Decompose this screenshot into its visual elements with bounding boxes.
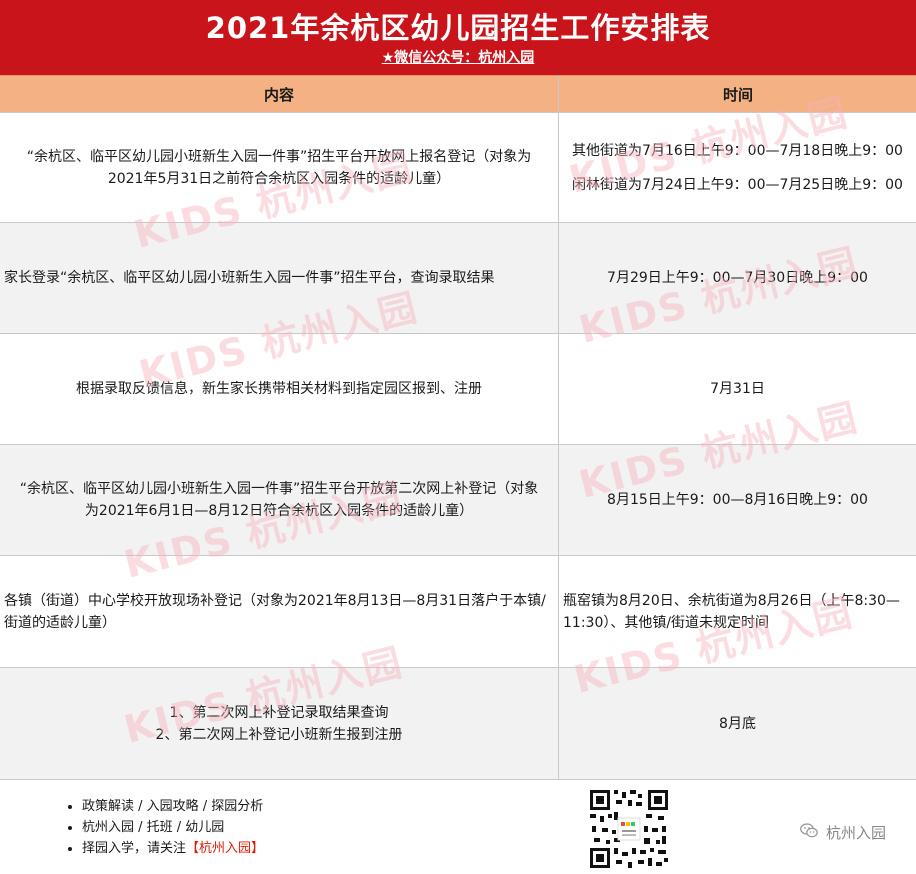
table-row: 1、第二次网上补登记录取结果查询 2、第二次网上补登记小班新生报到注册 8月底 xyxy=(0,668,916,780)
table-row: “余杭区、临平区幼儿园小班新生入园一件事”招生平台开放网上报名登记（对象为202… xyxy=(0,113,916,223)
row-time-text: 7月29日上午9：00—7月30日晚上9：00 xyxy=(607,270,868,286)
table-row: “余杭区、临平区幼儿园小班新生入园一件事”招生平台开放第二次网上补登记（对象为2… xyxy=(0,445,916,556)
row-time-cell: 8月15日上午9：00—8月16日晚上9：00 xyxy=(558,445,916,555)
footer-bullet-list: 政策解读 / 入园攻略 / 探园分析 杭州入园 / 托班 / 幼儿园 择园入学，… xyxy=(62,796,264,859)
column-header-content: 内容 xyxy=(263,86,294,104)
row-content-cell: 根据录取反馈信息，新生家长携带相关材料到指定园区报到、注册 xyxy=(0,334,558,444)
row-content-text: 家长登录“余杭区、临平区幼儿园小班新生入园一件事”招生平台，查询录取结果 xyxy=(4,270,495,286)
table-row: 各镇（街道）中心学校开放现场补登记（对象为2021年8月13日—8月31日落户于… xyxy=(0,556,916,668)
row-time-text: 8月底 xyxy=(719,715,756,732)
row-content-cell: 家长登录“余杭区、临平区幼儿园小班新生入园一件事”招生平台，查询录取结果 xyxy=(0,223,558,333)
row-time-text: 瓶窑镇为8月20日、余杭街道为8月26日（上午8:30—11:30）、其他镇/街… xyxy=(563,592,900,631)
page-title: 2021年余杭区幼儿园招生工作安排表 xyxy=(205,11,711,45)
footer-bullet: 政策解读 / 入园攻略 / 探园分析 xyxy=(82,796,264,817)
footer-brand: 杭州入园 xyxy=(799,822,886,843)
footer-bullet-text: 择园入学，请关注 xyxy=(82,841,187,856)
row-time-text: 其他街道为7月16日上午9：00—7月18日晚上9：00 xyxy=(572,142,903,159)
wechat-icon xyxy=(799,823,822,842)
row-time-cell: 其他街道为7月16日上午9：00—7月18日晚上9：00 闲林街道为7月24日上… xyxy=(558,113,916,222)
subtitle-text: ★微信公众号：杭州入园 xyxy=(381,50,535,66)
row-content-cell: 1、第二次网上补登记录取结果查询 2、第二次网上补登记小班新生报到注册 xyxy=(0,668,558,779)
row-content-line: 2、第二次网上补登记小班新生报到注册 xyxy=(155,726,403,743)
footer-brand-text: 杭州入园 xyxy=(825,824,886,842)
row-content-text: 各镇（街道）中心学校开放现场补登记（对象为2021年8月13日—8月31日落户于… xyxy=(4,592,546,631)
column-header-time: 时间 xyxy=(558,76,916,114)
row-content-cell: “余杭区、临平区幼儿园小班新生入园一件事”招生平台开放网上报名登记（对象为202… xyxy=(0,113,558,222)
row-time-cell: 瓶窑镇为8月20日、余杭街道为8月26日（上午8:30—11:30）、其他镇/街… xyxy=(558,556,916,667)
table-row: 根据录取反馈信息，新生家长携带相关材料到指定园区报到、注册 7月31日 xyxy=(0,334,916,445)
row-content-text: “余杭区、临平区幼儿园小班新生入园一件事”招生平台开放网上报名登记（对象为202… xyxy=(26,148,532,187)
footer-highlight: 【杭州入园】 xyxy=(186,841,265,856)
header-banner: 2021年余杭区幼儿园招生工作安排表 ★微信公众号：杭州入园 xyxy=(0,0,916,75)
row-time-text: 7月31日 xyxy=(710,381,765,397)
qr-code-icon xyxy=(588,788,670,870)
row-content-line: 1、第二次网上补登记录取结果查询 xyxy=(169,704,389,721)
row-time-text: 闲林街道为7月24日上午9：00—7月25日晚上9：00 xyxy=(572,176,903,193)
row-time-text: 8月15日上午9：00—8月16日晚上9：00 xyxy=(607,492,868,508)
table-row: 家长登录“余杭区、临平区幼儿园小班新生入园一件事”招生平台，查询录取结果 7月2… xyxy=(0,223,916,334)
page-subtitle: ★微信公众号：杭州入园 xyxy=(0,48,916,68)
row-time-cell: 8月底 xyxy=(558,668,916,779)
row-content-text: “余杭区、临平区幼儿园小班新生入园一件事”招生平台开放第二次网上补登记（对象为2… xyxy=(19,481,539,519)
row-time-cell: 7月31日 xyxy=(558,334,916,444)
row-time-cell: 7月29日上午9：00—7月30日晚上9：00 xyxy=(558,223,916,333)
row-content-text: 根据录取反馈信息，新生家长携带相关材料到指定园区报到、注册 xyxy=(76,381,482,397)
row-content-cell: 各镇（街道）中心学校开放现场补登记（对象为2021年8月13日—8月31日落户于… xyxy=(0,556,558,667)
table-header: 内容 时间 xyxy=(0,75,916,114)
footer-bullet: 杭州入园 / 托班 / 幼儿园 xyxy=(82,817,264,838)
footer-bullet: 择园入学，请关注【杭州入园】 xyxy=(82,838,264,859)
footer: 政策解读 / 入园攻略 / 探园分析 杭州入园 / 托班 / 幼儿园 择园入学，… xyxy=(0,780,916,873)
row-content-cell: “余杭区、临平区幼儿园小班新生入园一件事”招生平台开放第二次网上补登记（对象为2… xyxy=(0,445,558,555)
